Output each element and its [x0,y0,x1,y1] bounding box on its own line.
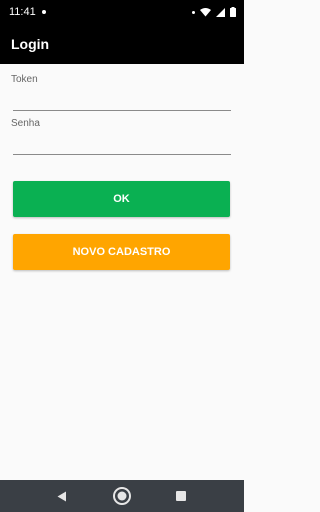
status-left: 11:41 [9,6,46,18]
token-field-group: Token [11,74,231,112]
senha-label: Senha [11,118,40,129]
notification-dot-icon [41,10,46,14]
back-button[interactable] [42,480,82,512]
home-icon [113,487,131,505]
app-bar: Login [0,24,244,64]
status-time: 11:41 [9,6,36,18]
senha-field-group: Senha [11,118,231,156]
token-input[interactable] [13,90,231,111]
ok-button[interactable]: OK [13,181,230,217]
page-title: Login [11,36,50,52]
recents-icon [176,491,186,501]
battery-icon [230,7,236,17]
back-icon [57,491,66,501]
cellular-signal-icon [216,7,225,17]
senha-input[interactable] [13,134,231,155]
recents-button[interactable] [161,480,201,512]
dot-icon [192,10,195,14]
wifi-icon [200,7,211,16]
navigation-bar [0,480,244,512]
novo-cadastro-button[interactable]: NOVO CADASTRO [13,234,230,270]
status-right [192,7,236,17]
home-button[interactable] [102,480,142,512]
token-label: Token [11,74,38,85]
status-bar: 11:41 [0,0,244,24]
